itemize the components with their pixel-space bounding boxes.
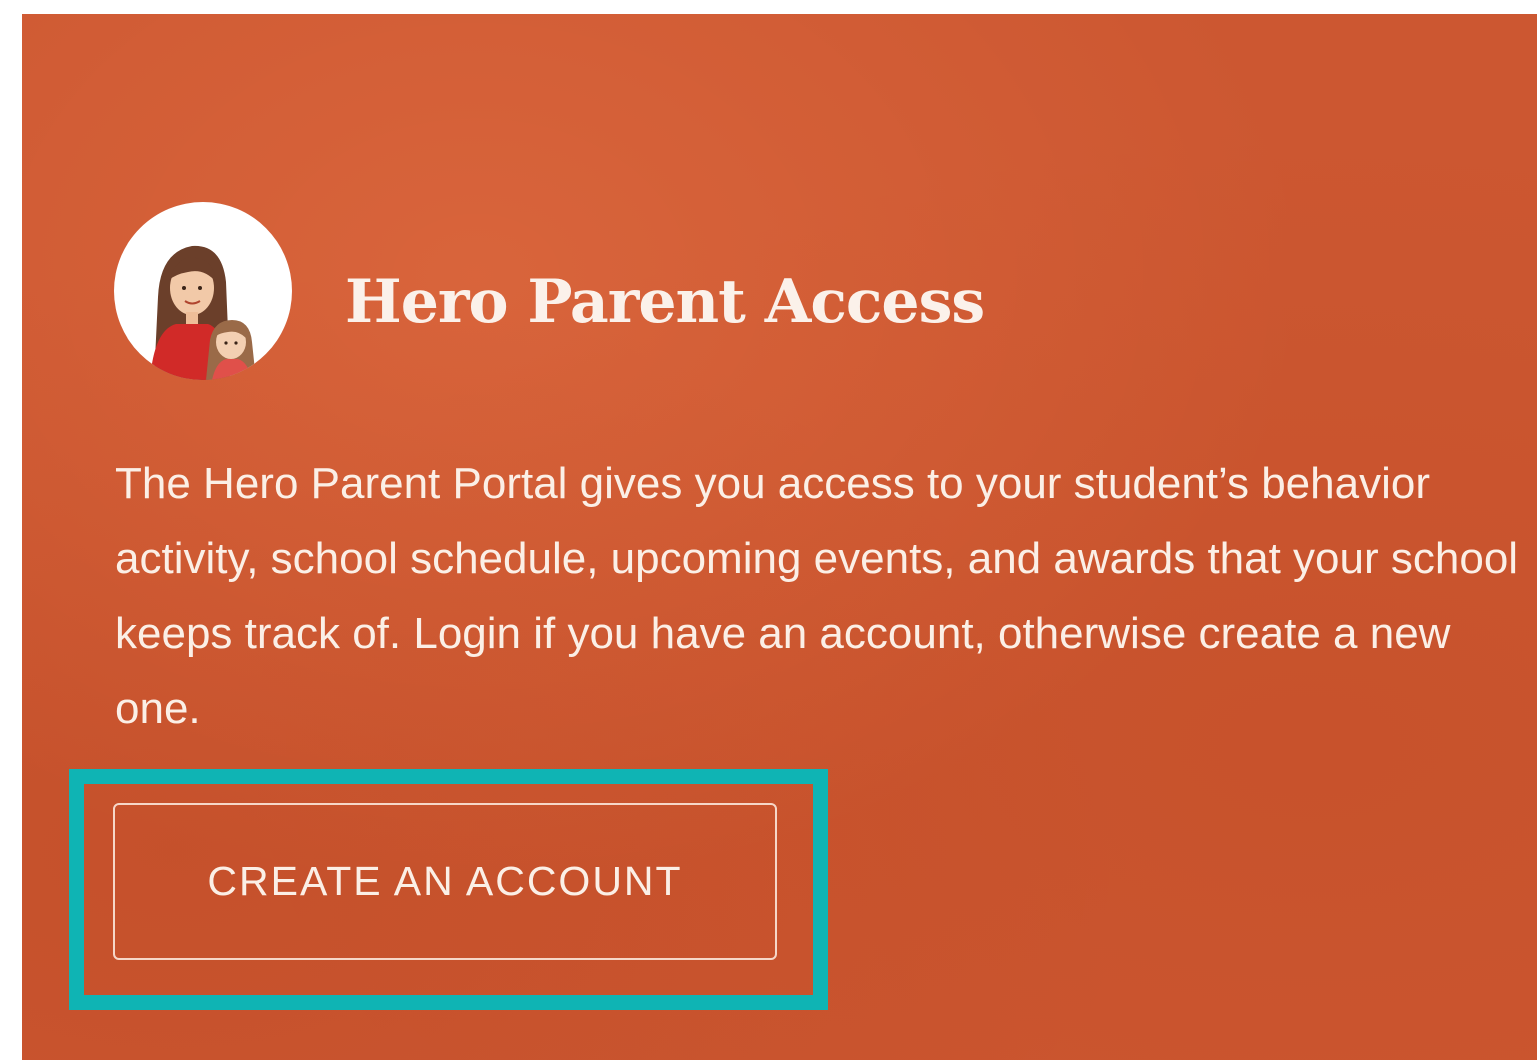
create-account-button[interactable]: CREATE AN ACCOUNT — [113, 803, 777, 960]
parent-eye-right — [198, 286, 202, 290]
page-title: Hero Parent Access — [345, 267, 985, 337]
child-eye-left — [224, 341, 228, 345]
portal-description: The Hero Parent Portal gives you access … — [115, 459, 1519, 733]
parent-neck — [186, 312, 198, 326]
parent-child-illustration — [150, 245, 256, 380]
child-eye-right — [234, 341, 238, 345]
parent-eye-left — [182, 286, 186, 290]
parent-and-child-icon — [114, 202, 292, 380]
hero-parent-access-panel: Hero Parent Access The Hero Parent Porta… — [22, 14, 1537, 1060]
